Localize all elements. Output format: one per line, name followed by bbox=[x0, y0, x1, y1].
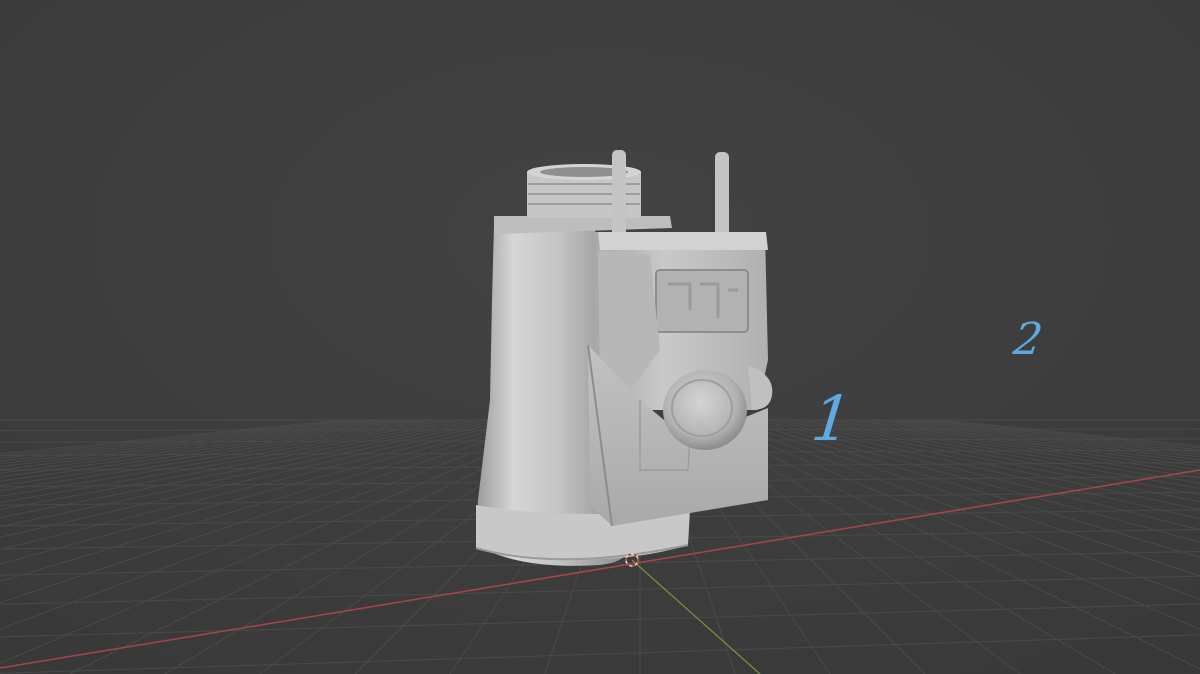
3d-viewport[interactable]: 1 2 bbox=[0, 0, 1200, 674]
round-knob bbox=[663, 370, 747, 450]
right-rod bbox=[715, 152, 729, 238]
annotation-label-1: 1 bbox=[808, 382, 856, 455]
left-rod bbox=[612, 150, 626, 240]
display-window bbox=[655, 269, 749, 333]
